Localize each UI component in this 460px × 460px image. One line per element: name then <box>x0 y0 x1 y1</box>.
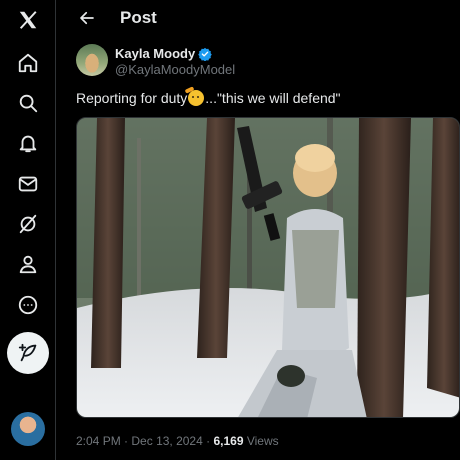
post-header: Post <box>64 0 460 36</box>
home-icon[interactable] <box>14 49 42 77</box>
post-date[interactable]: Dec 13, 2024 <box>131 434 202 448</box>
author-handle[interactable]: @KaylaMoodyModel <box>115 62 235 77</box>
author-name[interactable]: Kayla Moody <box>115 46 195 61</box>
post-meta: 2:04 PM · Dec 13, 2024 · 6,169 Views <box>76 434 279 448</box>
back-arrow-icon[interactable] <box>76 7 98 29</box>
notifications-icon[interactable] <box>14 129 42 157</box>
tweet-text: Reporting for duty ..."this we will defe… <box>76 90 341 106</box>
saluting-face-emoji <box>188 90 205 106</box>
views-count[interactable]: 6,169 <box>213 434 243 448</box>
tweet-photo[interactable] <box>76 117 460 418</box>
post-detail: Post Kayla Moody @KaylaMoodyModel Report… <box>64 0 460 460</box>
author-avatar[interactable] <box>76 44 108 76</box>
photo-content <box>77 118 459 417</box>
feather-plus-icon <box>18 343 37 362</box>
tweet-text-part-1: Reporting for duty <box>76 90 188 106</box>
profile-icon[interactable] <box>14 250 42 278</box>
x-logo-icon[interactable] <box>14 6 42 34</box>
messages-icon[interactable] <box>14 170 42 198</box>
post-time[interactable]: 2:04 PM <box>76 434 121 448</box>
views-label: Views <box>246 434 279 448</box>
account-avatar[interactable] <box>11 412 45 446</box>
page-title: Post <box>120 8 157 27</box>
verified-badge-icon <box>198 47 212 61</box>
author-name-row[interactable]: Kayla Moody <box>115 46 212 61</box>
tweet-text-part-2: ..."this we will defend" <box>205 90 341 106</box>
more-icon[interactable] <box>14 291 42 319</box>
compose-post-button[interactable] <box>7 332 49 374</box>
search-icon[interactable] <box>14 89 42 117</box>
sidebar <box>0 0 56 460</box>
grok-icon[interactable] <box>14 210 42 238</box>
